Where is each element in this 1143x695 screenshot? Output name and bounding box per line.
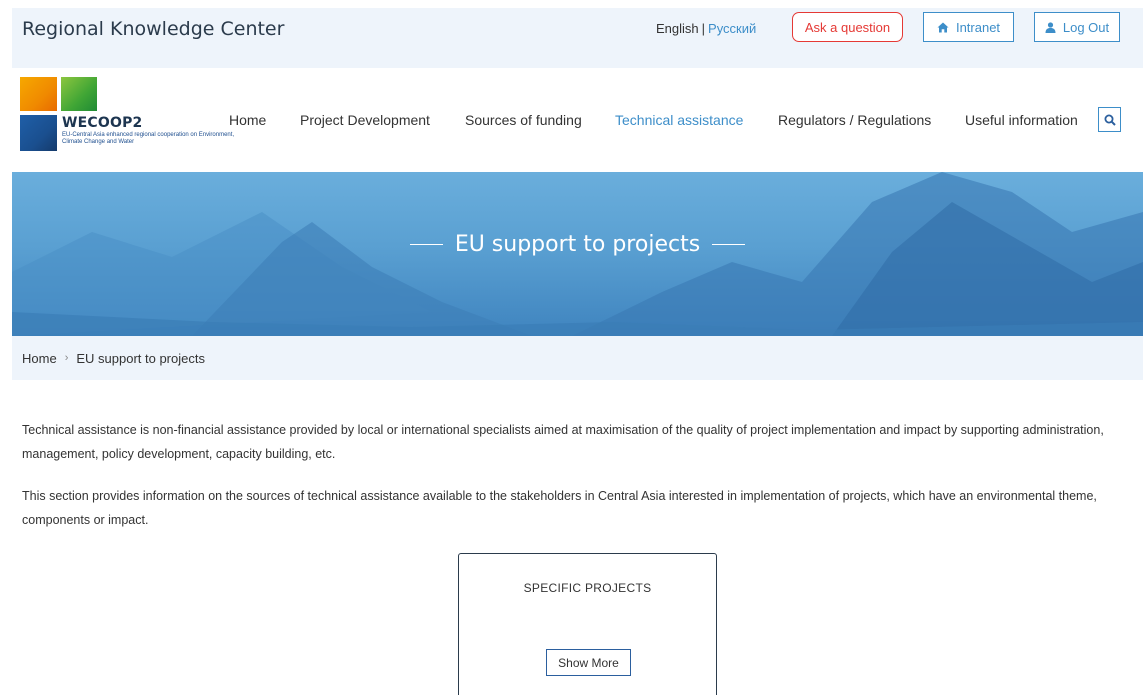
site-title[interactable]: Regional Knowledge Center: [22, 18, 284, 40]
page-title: EU support to projects: [454, 232, 701, 257]
hero-title: EU support to projects: [12, 232, 1143, 257]
logo-square-orange: [20, 77, 57, 111]
specific-projects-card: SPECIFIC PROJECTS Show More: [458, 553, 717, 695]
show-more-button[interactable]: Show More: [546, 649, 631, 676]
intro-paragraph: Technical assistance is non-financial as…: [22, 423, 1104, 461]
logo-square-blue: [20, 115, 57, 151]
nav-project-development[interactable]: Project Development: [300, 112, 430, 128]
breadcrumb: Home › EU support to projects: [12, 336, 1143, 380]
wecoop2-logo[interactable]: WECOOP2 EU-Central Asia enhanced regiona…: [20, 77, 250, 153]
lang-russian[interactable]: Русский: [708, 21, 756, 36]
search-button[interactable]: [1098, 107, 1121, 132]
section-paragraph: This section provides information on the…: [22, 489, 1097, 527]
nav-useful-information[interactable]: Useful information: [965, 112, 1078, 128]
breadcrumb-home[interactable]: Home: [22, 351, 57, 366]
top-bar: Regional Knowledge Center English | Русски…: [12, 8, 1143, 68]
logo-name: WECOOP2: [62, 115, 143, 131]
breadcrumb-current: EU support to projects: [76, 350, 205, 366]
language-switcher: English | Русский: [656, 21, 756, 36]
nav-technical-assistance[interactable]: Technical assistance: [615, 112, 743, 128]
ask-question-button[interactable]: Ask a question: [792, 12, 903, 42]
nav-sources-of-funding[interactable]: Sources of funding: [465, 112, 582, 128]
intranet-label: Intranet: [955, 19, 1001, 35]
logo-square-green: [61, 77, 97, 111]
intranet-button[interactable]: Intranet: [923, 12, 1014, 42]
nav-home[interactable]: Home: [229, 112, 266, 128]
logout-label: Log Out: [1062, 19, 1110, 35]
card-title: SPECIFIC PROJECTS: [523, 581, 652, 595]
user-icon: [1045, 21, 1056, 33]
hero-line-left: [409, 244, 443, 245]
chevron-right-icon: ›: [64, 352, 69, 364]
hero-line-right: [712, 244, 746, 245]
search-icon: [1104, 114, 1116, 126]
lang-separator: |: [701, 21, 706, 36]
home-icon: [937, 22, 949, 33]
logo-subtitle: EU-Central Asia enhanced regional cooper…: [62, 132, 235, 145]
hero-banner: EU support to projects: [12, 172, 1143, 336]
lang-english[interactable]: English: [656, 21, 699, 36]
nav-regulators-regulations[interactable]: Regulators / Regulations: [778, 112, 931, 128]
logout-button[interactable]: Log Out: [1034, 12, 1120, 42]
